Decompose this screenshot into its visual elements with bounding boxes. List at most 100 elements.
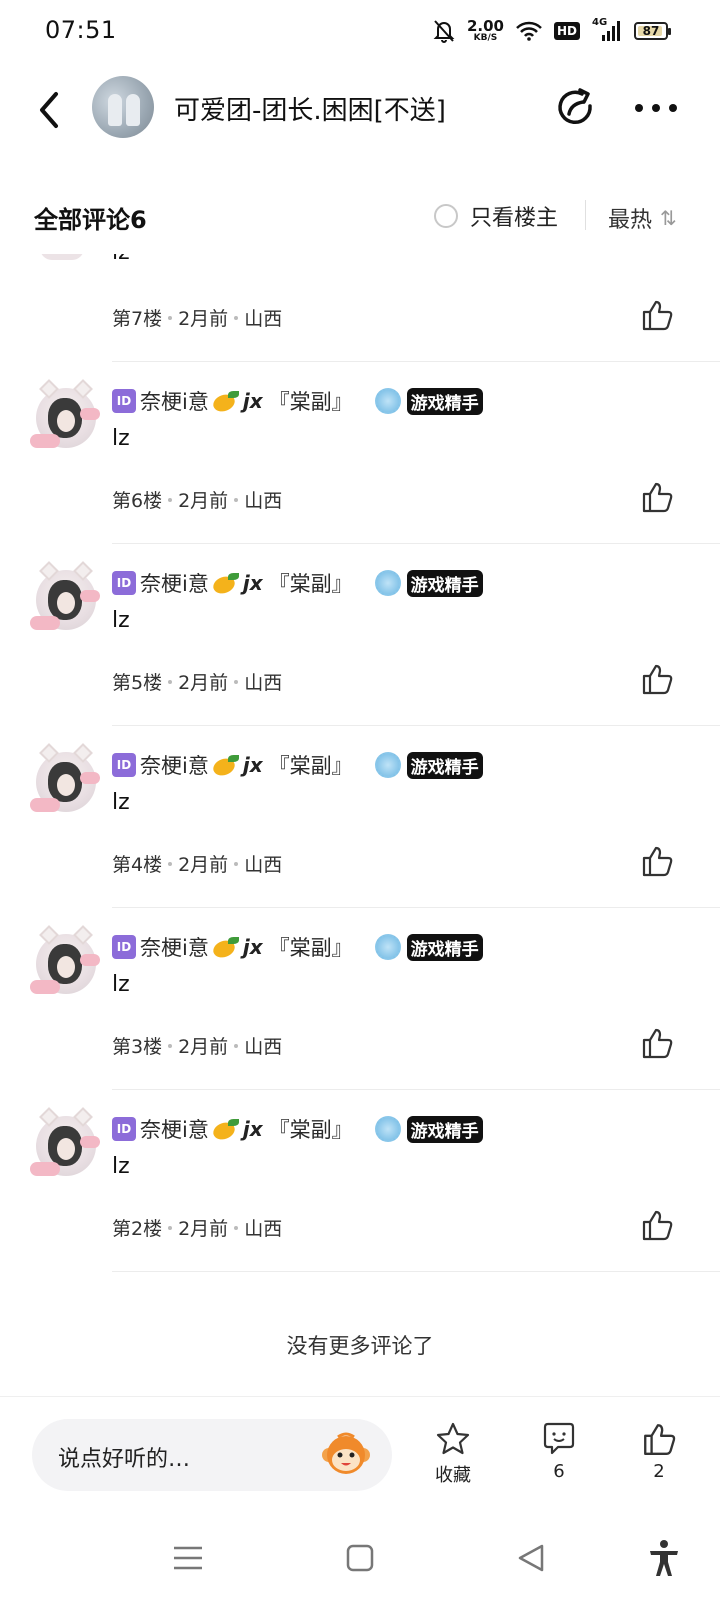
favorite-button[interactable]: 收藏 xyxy=(418,1421,488,1497)
menu-icon[interactable] xyxy=(168,1538,208,1578)
avatar[interactable] xyxy=(30,1107,102,1180)
avatar-cloud xyxy=(30,1162,60,1176)
meta-dot xyxy=(234,861,239,866)
comment-floor: 第2楼 xyxy=(112,1218,163,1240)
all-comments-title: 全部评论6 xyxy=(34,206,147,234)
avatar[interactable] xyxy=(30,379,102,452)
avatar[interactable] xyxy=(30,561,102,634)
back-triangle-icon[interactable] xyxy=(512,1538,552,1578)
id-badge: ID xyxy=(112,571,136,595)
avatar[interactable] xyxy=(30,743,102,816)
avatar[interactable] xyxy=(30,925,102,998)
share-icon[interactable] xyxy=(554,86,598,130)
comment-floor: 第7楼 xyxy=(112,308,163,330)
comment-location: 山西 xyxy=(244,672,283,694)
meta-dot xyxy=(234,1043,239,1048)
user-name-row[interactable]: ID 奈梗i意 jx 『棠副』 游戏精手 xyxy=(112,1114,483,1144)
like-icon[interactable] xyxy=(640,298,674,332)
comment-floor: 第4楼 xyxy=(112,854,163,876)
meta-dot xyxy=(168,679,173,684)
battery-level: 87 xyxy=(642,24,660,38)
owner-only-label: 只看楼主 xyxy=(470,206,559,231)
comment-input-placeholder: 说点好听的… xyxy=(58,1447,191,1472)
owner-only-radio[interactable] xyxy=(434,204,458,228)
wifi-icon xyxy=(516,21,542,41)
group-avatar[interactable] xyxy=(92,76,154,138)
meta-dot xyxy=(234,679,239,684)
monkey-icon[interactable] xyxy=(320,1429,372,1481)
meta-dot xyxy=(168,315,173,320)
sort-bar: 全部评论6 只看楼主 最热 ⇅ xyxy=(0,190,720,242)
user-name: 奈梗i意 xyxy=(140,754,209,778)
comment-text: lz xyxy=(112,1154,130,1179)
user-name: 奈梗i意 xyxy=(140,390,209,414)
avatar-face xyxy=(48,398,82,438)
comment-list: lz 第7楼 2月前 山西 ID 奈梗i意 jx 『棠副』 xyxy=(0,254,720,1274)
title-badge: 游戏精手 xyxy=(406,1115,483,1143)
more-icon[interactable] xyxy=(632,90,680,126)
like-icon[interactable] xyxy=(640,844,674,878)
net-speed-unit: KB/S xyxy=(473,33,498,43)
comment-text: lz xyxy=(112,254,130,265)
mute-bell-icon xyxy=(433,20,455,43)
meta-dot xyxy=(168,1043,173,1048)
comment-text: lz xyxy=(112,972,130,997)
meta-dot xyxy=(234,1225,239,1230)
hd-badge: HD xyxy=(553,22,580,40)
comment-count: 6 xyxy=(553,1461,565,1482)
mango-icon xyxy=(210,754,239,779)
system-nav-bar xyxy=(0,1520,720,1600)
like-icon[interactable] xyxy=(640,480,674,514)
accessibility-icon[interactable] xyxy=(644,1538,684,1578)
name-suffix-jx: jx xyxy=(242,389,263,413)
status-bar: 07:51 2.00 KB/S HD 4G 87 xyxy=(0,0,720,64)
home-icon[interactable] xyxy=(340,1538,380,1578)
avatar-face xyxy=(48,762,82,802)
owner-only-toggle[interactable]: 只看楼主 xyxy=(434,198,558,234)
mango-icon xyxy=(210,1118,239,1143)
meta-dot xyxy=(168,861,173,866)
comment-meta: 第4楼 2月前 山西 xyxy=(112,850,282,877)
avatar-face xyxy=(48,1126,82,1166)
like-icon[interactable] xyxy=(640,1026,674,1060)
user-name-row[interactable]: ID 奈梗i意 jx 『棠副』 游戏精手 xyxy=(112,932,483,962)
avatar-cloud xyxy=(80,408,100,420)
like-icon[interactable] xyxy=(640,662,674,696)
id-badge: ID xyxy=(112,1117,136,1141)
avatar[interactable] xyxy=(40,254,84,260)
comment-meta: 第7楼 2月前 山西 xyxy=(112,304,282,331)
comment-time: 2月前 xyxy=(178,854,229,876)
comment-time: 2月前 xyxy=(178,308,229,330)
comment-text: lz xyxy=(112,426,130,451)
comment-icon xyxy=(543,1422,575,1455)
comment-item: lz 第7楼 2月前 山西 xyxy=(0,254,720,362)
user-name-row[interactable]: ID 奈梗i意 jx 『棠副』 游戏精手 xyxy=(112,386,483,416)
header: 可爱团-团长.困困[不送] xyxy=(0,64,720,154)
avatar-face xyxy=(48,580,82,620)
net-speed: 2.00 KB/S xyxy=(467,19,504,43)
name-suffix-jx: jx xyxy=(242,571,263,595)
comment-location: 山西 xyxy=(244,854,283,876)
status-time: 07:51 xyxy=(45,16,117,44)
net-speed-value: 2.00 xyxy=(466,17,504,35)
like-button[interactable]: 2 xyxy=(624,1421,694,1497)
meta-dot xyxy=(234,315,239,320)
comment-text: lz xyxy=(112,608,130,633)
user-name-row[interactable]: ID 奈梗i意 jx 『棠副』 游戏精手 xyxy=(112,750,483,780)
sort-hot-button[interactable]: 最热 ⇅ xyxy=(608,202,677,234)
like-count: 2 xyxy=(653,1461,665,1482)
avatar-cloud xyxy=(30,980,60,994)
mango-icon xyxy=(210,390,239,415)
comment-input[interactable]: 说点好听的… xyxy=(32,1419,392,1491)
comment-meta: 第3楼 2月前 山西 xyxy=(112,1032,282,1059)
id-badge: ID xyxy=(112,389,136,413)
mango-icon xyxy=(210,936,239,961)
avatar-cloud xyxy=(80,590,100,602)
like-icon[interactable] xyxy=(640,1208,674,1242)
back-icon[interactable] xyxy=(30,88,70,132)
level-badge-icon xyxy=(374,1116,401,1142)
comment-button[interactable]: 6 xyxy=(524,1421,594,1497)
page-title[interactable]: 可爱团-团长.困困[不送] xyxy=(174,90,446,127)
user-name-row[interactable]: ID 奈梗i意 jx 『棠副』 游戏精手 xyxy=(112,568,483,598)
avatar-cloud xyxy=(80,772,100,784)
